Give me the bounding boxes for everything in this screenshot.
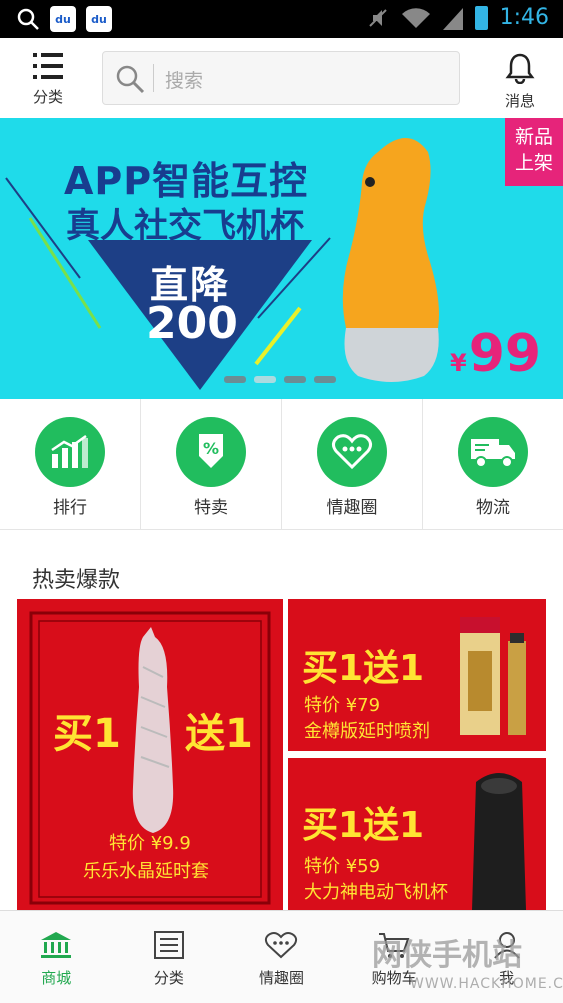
price-value: 99 (468, 324, 542, 384)
product-price: 特价 ¥9.9 (109, 833, 191, 854)
quick-links: 排行 % 特卖 情趣圈 物流 (0, 399, 563, 530)
promo-banner[interactable]: APP智能互控 真人社交飞机杯 直降 200 新品 上架 ¥99 (0, 118, 563, 399)
product-name: 乐乐水晶延时套 (83, 861, 209, 882)
product-promo-a: 买1 (53, 711, 121, 757)
carousel-dot[interactable] (224, 376, 246, 383)
carousel-dot-active[interactable] (254, 376, 276, 383)
product-name: 大力神电动飞机杯 (304, 882, 448, 903)
watermark-url: WWW.HACKHOME.COM (410, 976, 563, 992)
quick-link-ranking[interactable]: 排行 (0, 399, 141, 529)
badge-line-2: 上架 (514, 152, 553, 174)
carousel-dot[interactable] (314, 376, 336, 383)
product-image (132, 627, 174, 833)
search-bar[interactable]: 搜索 (102, 51, 460, 105)
carousel-dot[interactable] (284, 376, 306, 383)
product-name: 金樽版延时喷剂 (304, 721, 430, 742)
nav-label: 分类 (153, 969, 184, 987)
search-divider (153, 64, 154, 92)
category-label: 分类 (32, 88, 63, 106)
truck-icon (458, 417, 528, 487)
mute-icon (368, 8, 387, 27)
nav-mall[interactable]: 商城 (0, 911, 113, 1003)
message-button[interactable]: 消息 (495, 52, 545, 111)
battery-icon (474, 5, 488, 30)
product-card[interactable]: 买1送1 特价 ¥59 大力神电动飞机杯 (288, 758, 546, 910)
baidu-icon: du (86, 6, 112, 32)
quick-link-label: 物流 (476, 498, 510, 518)
percent-icon: % (176, 417, 246, 487)
search-placeholder: 搜索 (165, 70, 204, 92)
message-label: 消息 (504, 92, 535, 110)
search-icon (17, 8, 39, 30)
list-icon (33, 53, 63, 79)
product-image (472, 773, 526, 910)
baidu-icon: du (50, 6, 76, 32)
product-promo: 买1送1 (302, 805, 425, 846)
status-time: 1:46 (499, 5, 549, 30)
watermark: 网侠手机站 (372, 938, 522, 973)
product-image (460, 617, 526, 735)
list-icon (153, 931, 184, 959)
quick-link-label: 排行 (53, 498, 87, 518)
product-card[interactable]: 买1送1 特价 ¥79 金樽版延时喷剂 (288, 599, 546, 751)
badge-line-1: 新品 (514, 126, 553, 148)
price-symbol: ¥ (450, 349, 467, 377)
nav-category[interactable]: 分类 (113, 911, 226, 1003)
signal-icon (442, 7, 463, 30)
nav-label: 情趣圈 (258, 969, 304, 987)
new-arrival-badge: 新品 上架 (505, 118, 563, 186)
top-bar: 分类 搜索 消息 (0, 38, 563, 119)
banner-drop-amount: 200 (146, 298, 238, 349)
section-title: 热卖爆款 (32, 568, 121, 593)
quick-link-label: 特卖 (194, 498, 228, 518)
product-promo-b: 送1 (185, 711, 253, 757)
quick-link-sale[interactable]: % 特卖 (141, 399, 282, 529)
banner-price: ¥99 (450, 324, 541, 384)
wifi-icon (401, 7, 430, 28)
product-card[interactable]: 买1 送1 特价 ¥9.9 乐乐水晶延时套 (17, 599, 283, 910)
chat-heart-icon (265, 932, 298, 959)
chat-heart-icon (317, 417, 387, 487)
svg-text:%: % (203, 439, 219, 458)
status-bar: du du 1:46 (0, 0, 563, 38)
bank-icon (41, 932, 72, 958)
banner-headline-1: APP智能互控 (64, 159, 309, 203)
carousel-indicator (224, 376, 336, 383)
product-price: 特价 ¥79 (304, 695, 381, 716)
search-icon (116, 65, 145, 94)
quick-link-label: 情趣圈 (326, 498, 378, 518)
category-button[interactable]: 分类 (24, 52, 72, 107)
product-price: 特价 ¥59 (304, 856, 381, 877)
nav-community[interactable]: 情趣圈 (225, 911, 338, 1003)
bar-chart-icon (35, 417, 105, 487)
bell-icon (505, 53, 535, 85)
quick-link-logistics[interactable]: 物流 (423, 399, 563, 529)
quick-link-community[interactable]: 情趣圈 (282, 399, 423, 529)
product-image (342, 138, 439, 382)
nav-label: 商城 (41, 969, 72, 987)
product-promo: 买1送1 (302, 648, 425, 689)
